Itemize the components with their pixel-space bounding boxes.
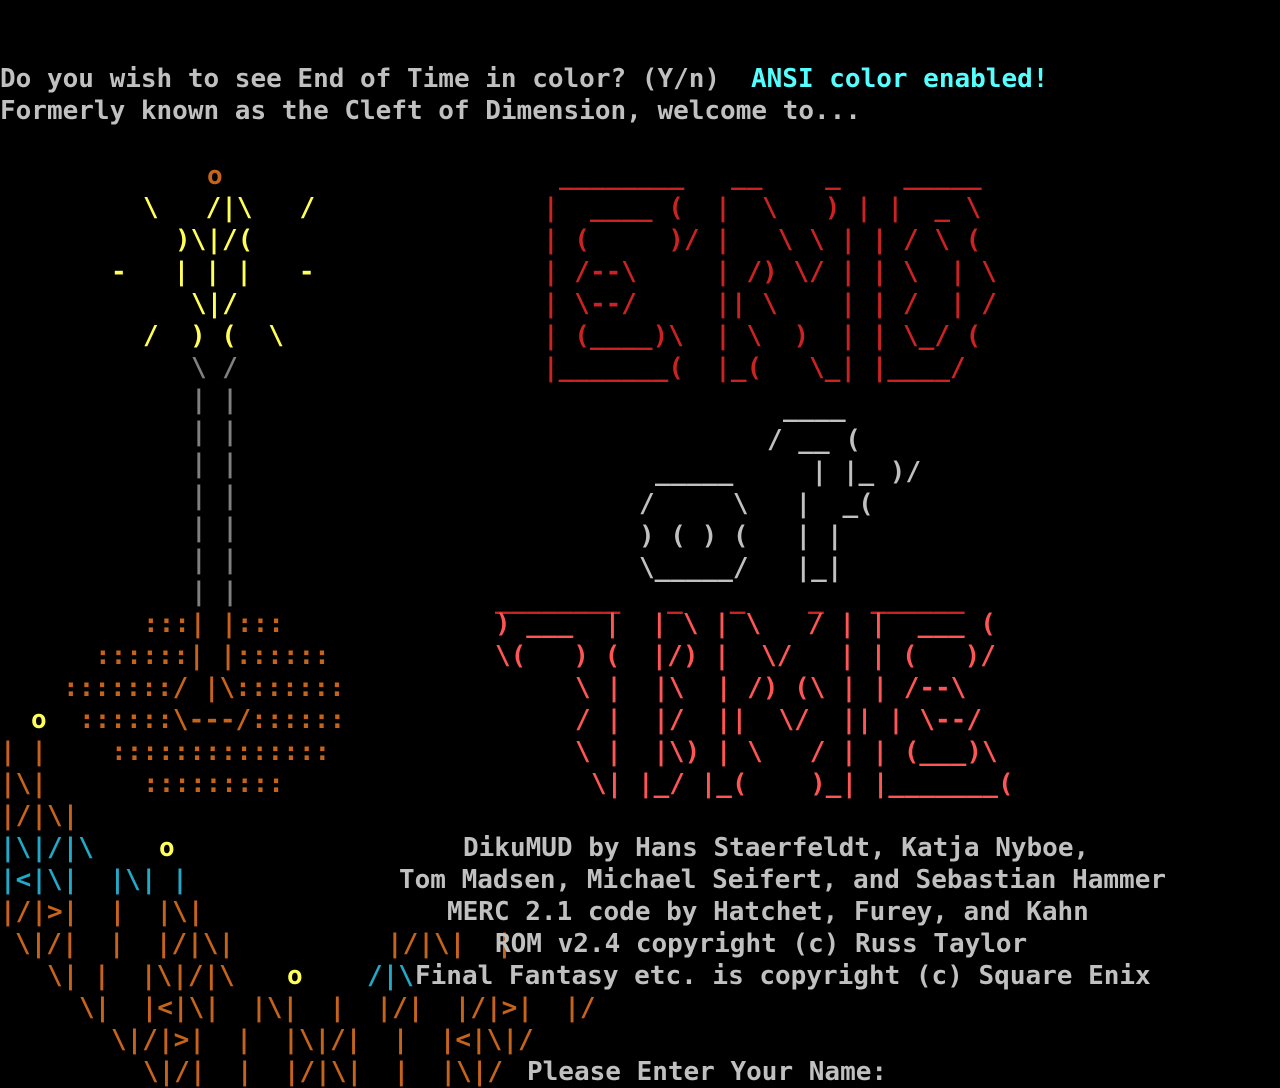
art-segment: \|/ bbox=[191, 289, 238, 319]
art-segment: |/|>| | |\| bbox=[0, 897, 204, 927]
art-segment: o bbox=[159, 833, 175, 863]
credit-text: Tom Madsen, Michael Seifert, and Sebasti… bbox=[399, 865, 1167, 895]
art-segment: - | | | - bbox=[111, 257, 315, 287]
art-segment: \|/|>| | |\|/| | |<|\|/ bbox=[111, 1025, 534, 1055]
art-segment: | | bbox=[191, 481, 238, 511]
art-segment: |\|/|\ bbox=[0, 833, 94, 863]
logo-line: / | |/ || \/ || | \--/ bbox=[575, 705, 982, 735]
art-segment: | | bbox=[191, 513, 238, 543]
art-segment: | | bbox=[0, 737, 47, 767]
art-segment: o bbox=[31, 705, 47, 735]
credit-text: DikuMUD by Hans Staerfeldt, Katja Nyboe, bbox=[463, 833, 1090, 863]
art-segment: )\|/( bbox=[175, 225, 254, 255]
art-segment: | | bbox=[191, 385, 238, 415]
credit-text: Final Fantasy etc. is copyright (c) Squa… bbox=[415, 961, 1151, 991]
art-segment: ::::::\---/:::::: bbox=[79, 705, 346, 735]
logo-line: / \ | _( bbox=[639, 489, 874, 519]
logo-line: | /--\ | /) \/ | | \ | \ bbox=[543, 257, 997, 287]
color-enabled-status: ANSI color enabled! bbox=[751, 64, 1049, 94]
name-prompt[interactable]: Please Enter Your Name: bbox=[527, 1056, 887, 1088]
art-segment: :::::::::::::: bbox=[111, 737, 331, 767]
logo-line: ) ( ) ( | | bbox=[639, 521, 843, 551]
logo-line: ________ __ _ _____ bbox=[559, 161, 982, 191]
art-segment: |<|\| |\| | bbox=[0, 865, 188, 895]
art-segment: | | bbox=[191, 449, 238, 479]
art-segment: :::| |::: bbox=[143, 609, 284, 639]
logo-line: \ | |\ | /) (\ | | /--\ bbox=[575, 673, 967, 703]
logo-line: ____ bbox=[783, 393, 846, 423]
logo-line: |_______( |_( \_| |____/ bbox=[543, 353, 966, 383]
terminal-screen: Do you wish to see End of Time in color?… bbox=[0, 0, 1280, 1088]
logo-line: | ____ ( | \ ) | | _ \ bbox=[543, 193, 982, 223]
art-segment: | | bbox=[191, 545, 238, 575]
art-segment: o bbox=[287, 961, 303, 991]
logo-line: ) ___ | | \ | \ / | | ___ ( bbox=[495, 609, 996, 639]
art-segment: |\| bbox=[0, 769, 47, 799]
art-segment: / ) ( \ bbox=[143, 321, 284, 351]
credit-text: MERC 2.1 code by Hatchet, Furey, and Kah… bbox=[447, 897, 1089, 927]
art-segment: \ /|\ / bbox=[143, 193, 316, 223]
logo-line: \_____/ |_| bbox=[639, 553, 843, 583]
logo-line: | (____)\ | \ ) | | \_/ ( bbox=[543, 321, 982, 351]
art-segment: o bbox=[207, 161, 223, 191]
logo-line: _____ | |_ )/ bbox=[655, 457, 922, 487]
logo-line: | \--/ || \ | | / | / bbox=[543, 289, 997, 319]
logo-line: \ | |\) | \ / | | (___)\ bbox=[575, 737, 998, 767]
art-segment: ::::::| |:::::: bbox=[95, 641, 330, 671]
art-segment: |/|\| | bbox=[387, 929, 513, 959]
art-segment: \ / bbox=[191, 353, 238, 383]
credit-text: ROM v2.4 copyright (c) Russ Taylor bbox=[495, 929, 1028, 959]
art-segment: :::::::/ |\::::::: bbox=[63, 673, 345, 703]
logo-line: / __ ( bbox=[767, 425, 861, 455]
art-segment: | | bbox=[191, 577, 238, 607]
logo-line: \( ) ( |/) | \/ | | ( )/ bbox=[495, 641, 996, 671]
logo-line: \| |_/ |_( )_| |_______( bbox=[591, 769, 1014, 799]
art-segment: ::::::::: bbox=[143, 769, 284, 799]
color-prompt-question: Do you wish to see End of Time in color?… bbox=[0, 64, 721, 94]
art-segment: |/|\| bbox=[0, 801, 79, 831]
intro-text: Formerly known as the Cleft of Dimension… bbox=[0, 96, 861, 126]
art-segment: | | bbox=[191, 417, 238, 447]
art-segment: \| |<|\| |\| | |/| |/|>| |/ bbox=[79, 993, 596, 1023]
art-segment: \|/| | |/|\| | |\|/ bbox=[143, 1057, 504, 1087]
logo-line: | ( )/ | \ \ | | / \ ( bbox=[543, 225, 982, 255]
art-segment: \|/| | |/|\| bbox=[15, 929, 235, 959]
art-segment: /|\ bbox=[367, 961, 414, 991]
art-segment: \| | |\|/|\ bbox=[47, 961, 235, 991]
